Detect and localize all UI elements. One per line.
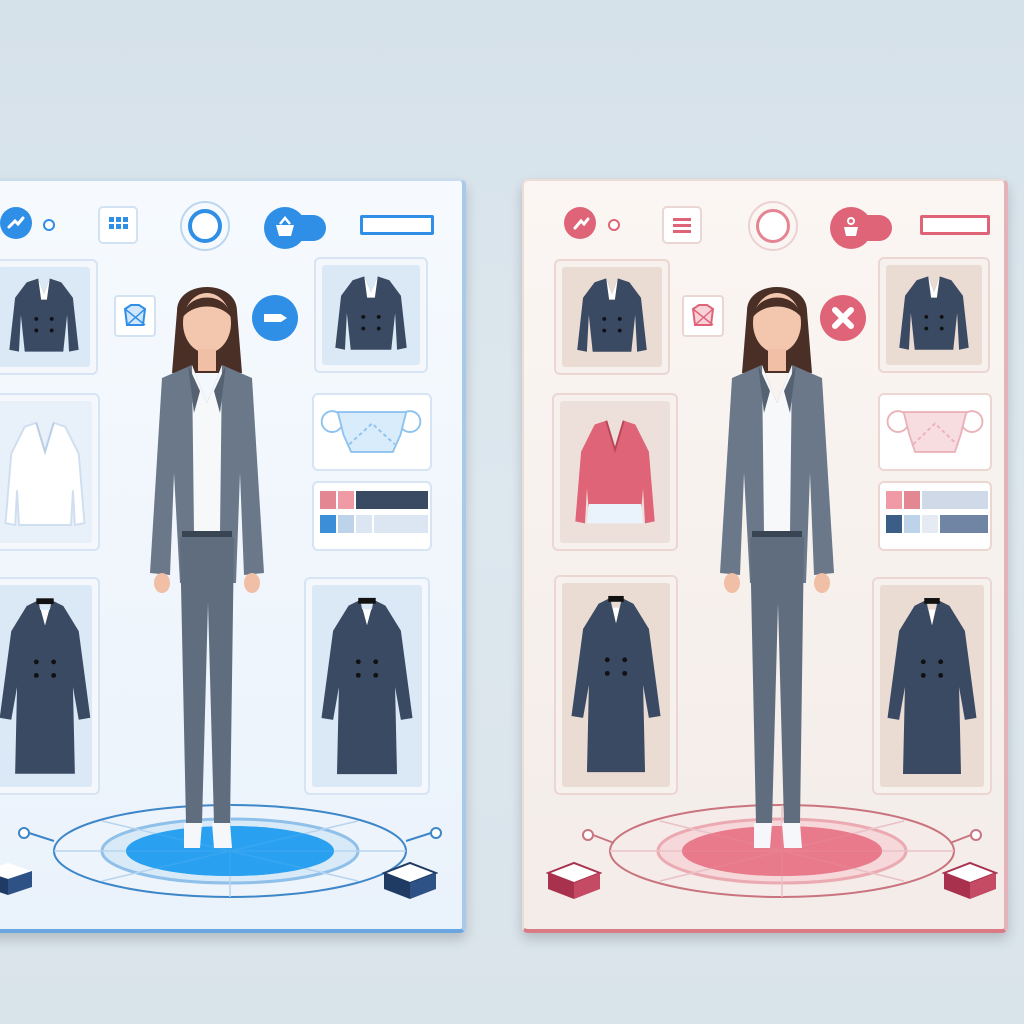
basket-icon[interactable] [830, 207, 892, 249]
basket-icon[interactable] [264, 207, 326, 249]
dot-icon[interactable] [608, 219, 620, 231]
blazer-card[interactable] [314, 257, 428, 373]
swatch[interactable] [922, 491, 988, 509]
rectangle-icon[interactable] [360, 215, 434, 235]
swatch[interactable] [338, 491, 354, 509]
avatar-model[interactable] [122, 273, 292, 873]
dress-coat-card[interactable] [304, 577, 430, 795]
blazer-card[interactable] [0, 259, 98, 375]
outfit-panel-pink [522, 179, 1008, 933]
swatch[interactable] [886, 491, 902, 509]
pattern-card[interactable] [312, 393, 432, 471]
dress-coat-card[interactable] [0, 577, 100, 795]
swatch[interactable] [320, 515, 336, 533]
share-icon[interactable] [0, 207, 32, 239]
cube-icon[interactable] [381, 861, 439, 901]
pattern-card[interactable] [878, 393, 992, 471]
ring-icon[interactable] [180, 201, 230, 251]
blazer-card[interactable] [554, 259, 670, 375]
dress-coat-card[interactable] [554, 575, 678, 795]
swatch[interactable] [940, 515, 988, 533]
swatch[interactable] [904, 491, 920, 509]
swatch[interactable] [356, 515, 372, 533]
outfit-panel-blue [0, 179, 466, 933]
menu-icon[interactable] [662, 206, 702, 244]
cube-icon[interactable] [0, 861, 34, 897]
cube-icon[interactable] [545, 861, 603, 901]
color-swatch-card[interactable] [312, 481, 432, 551]
swatch[interactable] [886, 515, 902, 533]
dot-icon[interactable] [43, 219, 55, 231]
cube-icon[interactable] [941, 861, 999, 901]
rectangle-icon[interactable] [920, 215, 990, 235]
swatch[interactable] [356, 491, 428, 509]
dress-coat-card[interactable] [872, 577, 992, 795]
swatch[interactable] [922, 515, 938, 533]
grid-icon[interactable] [98, 206, 138, 244]
blazer-card[interactable] [878, 257, 990, 373]
swatch[interactable] [904, 515, 920, 533]
swatch[interactable] [374, 515, 428, 533]
swatch[interactable] [320, 491, 336, 509]
share-icon[interactable] [564, 207, 596, 239]
ring-icon[interactable] [748, 201, 798, 251]
swatch[interactable] [338, 515, 354, 533]
color-swatch-card[interactable] [878, 481, 992, 551]
white-blouse-card[interactable] [0, 393, 100, 551]
avatar-model[interactable] [692, 273, 862, 873]
pink-blouse-card[interactable] [552, 393, 678, 551]
